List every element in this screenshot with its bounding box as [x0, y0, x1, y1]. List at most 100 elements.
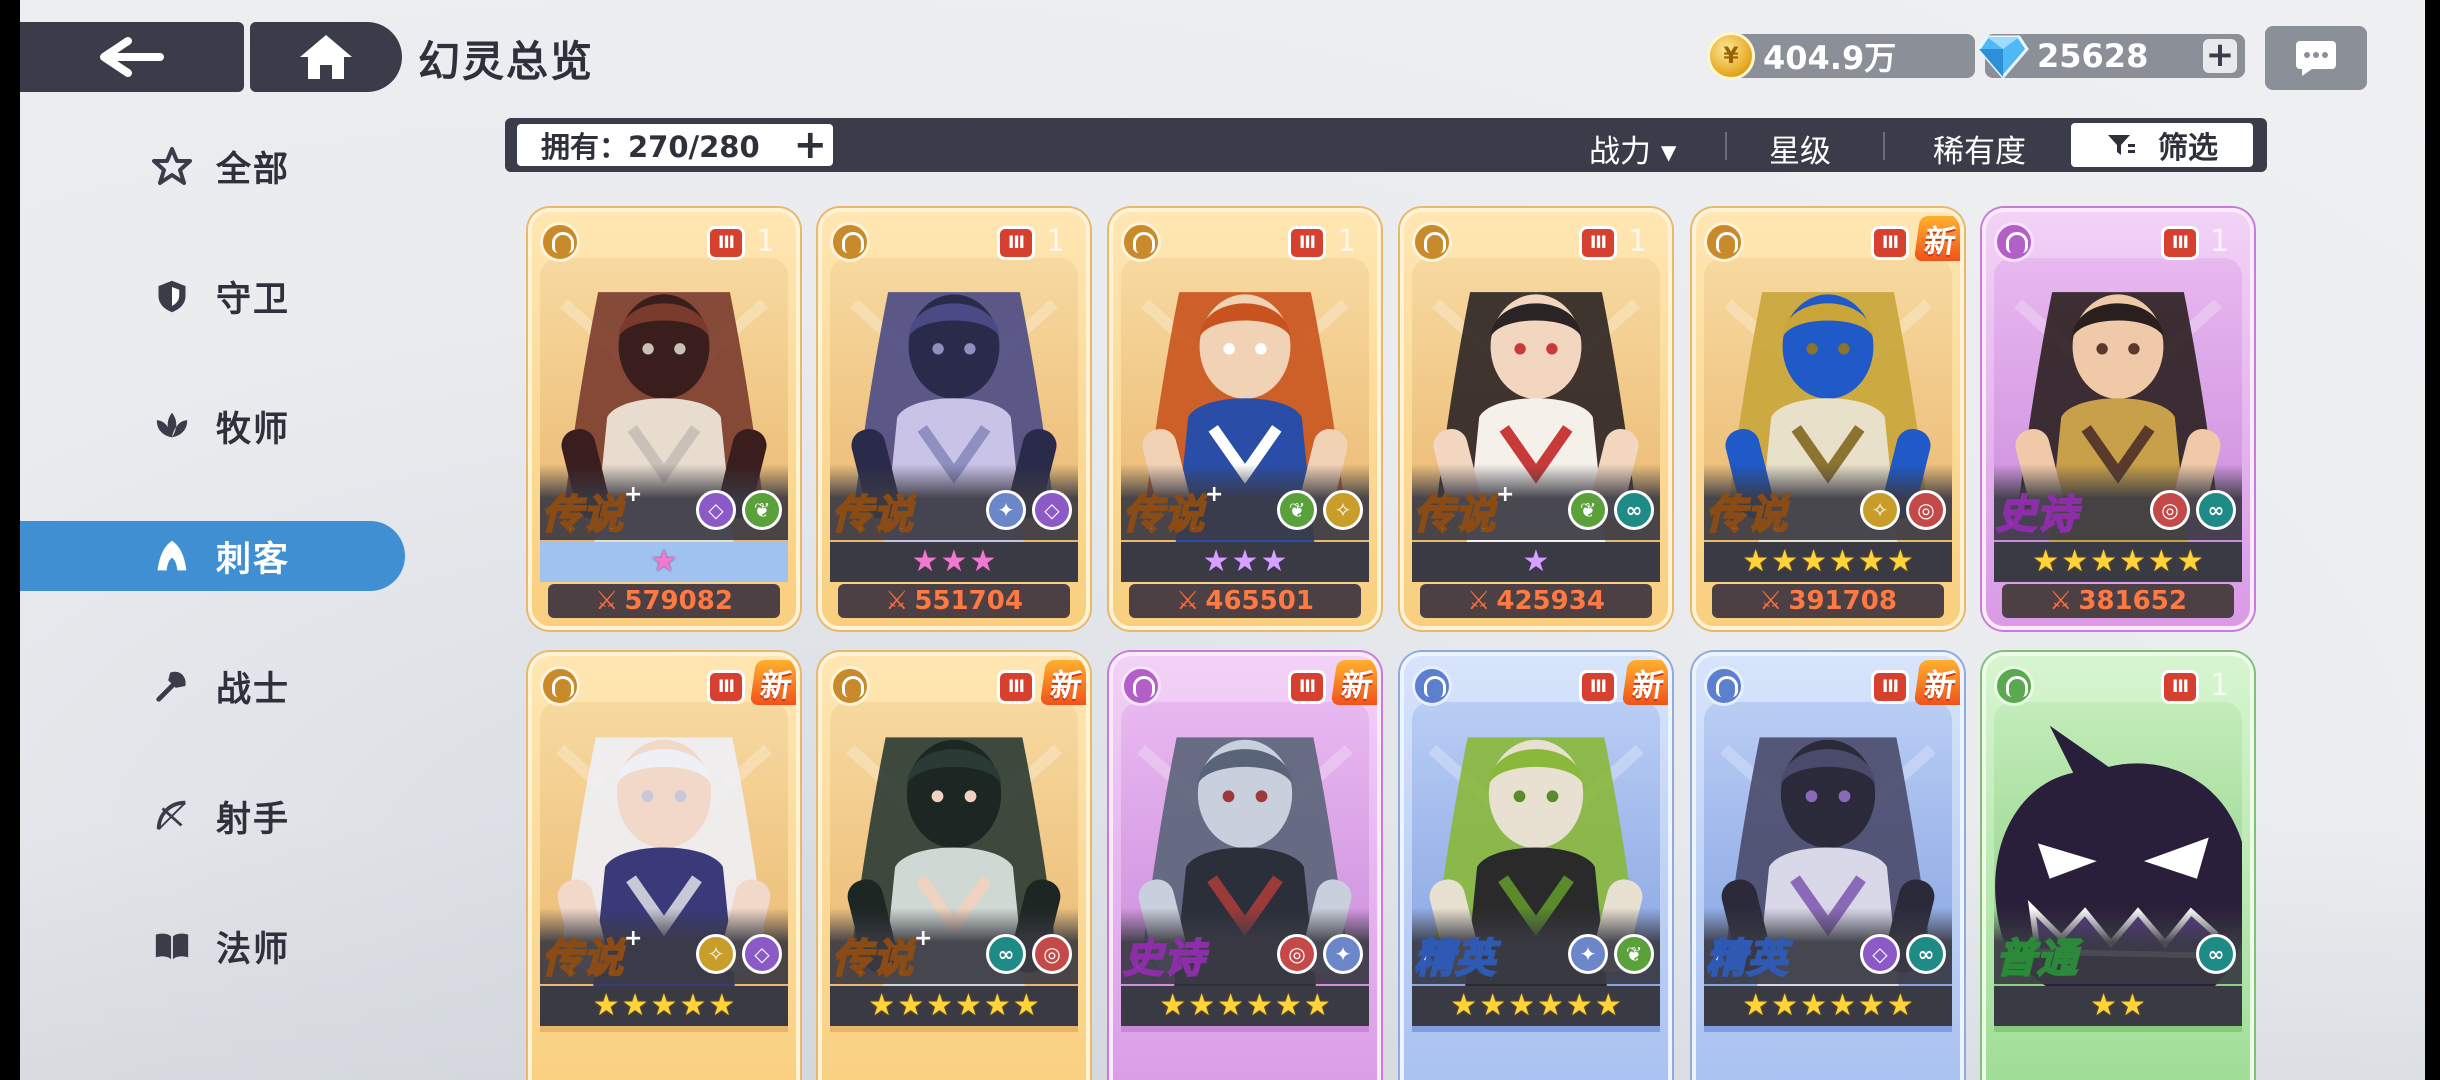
- star-icon: ★: [1771, 544, 1799, 579]
- star-icon: ★: [1886, 544, 1914, 579]
- star-icon: ★: [1012, 988, 1040, 1023]
- power-rating: ⚔ 551704: [838, 584, 1070, 618]
- star-icon: ★: [1159, 988, 1187, 1023]
- arcane-element-icon: ◇: [696, 490, 736, 530]
- new-badge: 新: [1621, 660, 1668, 705]
- star-rating: ★ ★ ★ ★ ★ ★: [1412, 986, 1660, 1026]
- star-icon: ★: [1188, 988, 1216, 1023]
- rarity-text: 传说: [1705, 491, 1788, 539]
- new-badge: 新: [1913, 660, 1960, 705]
- star-rating: ★ ★ ★: [830, 542, 1078, 582]
- star-icon: ★: [1450, 988, 1478, 1023]
- vortex-element-icon: ◎: [1277, 934, 1317, 974]
- tier-icon: III: [707, 670, 745, 704]
- rarity-text: 史诗: [1122, 935, 1205, 983]
- game-screen: 幻灵总览 ¥ 404.9万 25628 + 拥有：270/280 + 战力 ▾ …: [20, 0, 2425, 1080]
- hero-card[interactable]: III1新史诗◎✦★★★★★★: [1109, 652, 1381, 1080]
- water-element-icon: ∞: [986, 934, 1026, 974]
- star-icon: ★: [2032, 544, 2060, 579]
- vortex-element-icon: ◎: [1906, 490, 1946, 530]
- star-icon: ★: [708, 988, 736, 1023]
- rarity-label: 精英: [1413, 926, 1496, 984]
- rarity-text: 传说: [1413, 491, 1496, 539]
- hero-card[interactable]: III1新传说✧◎★★★★★★⚔391708: [1692, 208, 1964, 630]
- rarity-label: 传说: [1705, 482, 1788, 540]
- tier-icon: III: [997, 226, 1035, 260]
- star-rating: ★ ★ ★ ★ ★ ★: [1994, 542, 2242, 582]
- hero-card[interactable]: III1新精英◇∞★★★★★★: [1692, 652, 1964, 1080]
- star-icon: ★: [911, 544, 939, 579]
- star-icon: ★: [1202, 544, 1230, 579]
- hero-card[interactable]: III1新精英✦❦★★★★★★: [1400, 652, 1672, 1080]
- star-icon: ★: [1742, 988, 1770, 1023]
- hero-card[interactable]: III1新传说+∞◎★★★★★★: [818, 652, 1090, 1080]
- star-icon: ★: [955, 988, 982, 1023]
- star-icon: ★: [1274, 988, 1302, 1023]
- tier-icon: III: [997, 670, 1035, 704]
- star-icon: ★: [940, 544, 968, 579]
- rarity-label: 传说+: [1413, 482, 1515, 540]
- rarity-label: 传说+: [831, 926, 933, 984]
- star-rating: ★ ★ ★ ★ ★ ★: [1704, 986, 1952, 1026]
- arcane-element-icon: ◇: [1032, 490, 1072, 530]
- frost-element-icon: ✦: [1323, 934, 1363, 974]
- hero-level: 1: [1337, 224, 1357, 259]
- new-badge: 新: [1039, 660, 1086, 705]
- star-rating: ★ ★ ★ ★ ★ ★: [830, 986, 1078, 1026]
- star-icon: ★: [621, 988, 649, 1023]
- star-rating: ★ ★: [1994, 986, 2242, 1026]
- star-rating: ★ ★ ★ ★ ★ ★: [1704, 542, 1952, 582]
- star-icon: ★: [1771, 988, 1799, 1023]
- rarity-text: 传说: [1122, 491, 1205, 539]
- rarity-text: 传说: [541, 491, 624, 539]
- star-rating: ★: [1412, 542, 1660, 582]
- hero-card[interactable]: III 1 传说 ✦ ◇ ★ ★ ★ ⚔ 551704: [818, 208, 1090, 630]
- rarity-text: 传说: [831, 491, 914, 539]
- star-icon: ★: [1303, 988, 1331, 1023]
- star-icon: ★: [1565, 988, 1593, 1023]
- hero-card[interactable]: III 1 传说+ ❦ ✧ ★ ★ ★ ⚔ 465501: [1109, 208, 1381, 630]
- wind-element-icon: ❦: [1614, 934, 1654, 974]
- wind-element-icon: ❦: [1277, 490, 1317, 530]
- hero-card[interactable]: III 1 普通 ∞ ★ ★: [1982, 652, 2254, 1080]
- tier-icon: III: [1288, 226, 1326, 260]
- star-icon: ★: [2147, 544, 2175, 579]
- hero-card[interactable]: III 1 传说+ ❦ ∞ ★ ⚔ 425934: [1400, 208, 1672, 630]
- rarity-label: 传说+: [541, 926, 643, 984]
- power-value: 465501: [1205, 586, 1314, 616]
- star-icon: ★: [1742, 544, 1770, 579]
- hero-grid: III 1 传说+ ◇ ❦ ★ ⚔ 579082 III 1 传说 ✦ ◇ ★ ★ ★ ⚔ 551704 III 1 传…: [20, 0, 2425, 1080]
- new-badge: 新: [1913, 216, 1960, 261]
- water-element-icon: ∞: [2196, 934, 2236, 974]
- power-value: 381652: [2078, 586, 2187, 616]
- power-rating: ⚔ 465501: [1129, 584, 1361, 618]
- rarity-text: 传说: [831, 935, 914, 983]
- star-icon: ★: [1800, 988, 1827, 1023]
- assassin-class-icon: [830, 222, 870, 262]
- hero-card[interactable]: III 1 传说+ ◇ ❦ ★ ⚔ 579082: [528, 208, 800, 630]
- hero-level: 1: [756, 224, 776, 259]
- power-rating: ⚔ 381652: [2002, 584, 2234, 618]
- new-badge: 新: [1330, 660, 1377, 705]
- star-rating: ★ ★ ★ ★ ★: [540, 986, 788, 1026]
- star-icon: ★: [1246, 988, 1273, 1023]
- hero-level: 1: [2210, 668, 2230, 703]
- assassin-class-icon: [1121, 666, 1161, 706]
- star-icon: ★: [2061, 544, 2089, 579]
- star-icon: ★: [1594, 988, 1622, 1023]
- hero-card[interactable]: III1新传说+✧◇★★★★★: [528, 652, 800, 1080]
- star-icon: ★: [1829, 544, 1856, 579]
- rarity-label: 传说: [831, 482, 914, 540]
- tier-icon: III: [707, 226, 745, 260]
- star-icon: ★: [1857, 988, 1885, 1023]
- rarity-label: 史诗: [1995, 482, 2078, 540]
- star-icon: ★: [1217, 988, 1244, 1023]
- wind-element-icon: ❦: [1568, 490, 1608, 530]
- hero-card[interactable]: III 1 史诗 ◎ ∞ ★ ★ ★ ★ ★ ★ ⚔ 381652: [1982, 208, 2254, 630]
- star-icon: ★: [897, 988, 925, 1023]
- tier-icon: III: [1871, 226, 1909, 260]
- rarity-label: 精英: [1705, 926, 1788, 984]
- frost-element-icon: ✦: [986, 490, 1026, 530]
- star-icon: ★: [650, 988, 678, 1023]
- power-value: 391708: [1788, 586, 1897, 616]
